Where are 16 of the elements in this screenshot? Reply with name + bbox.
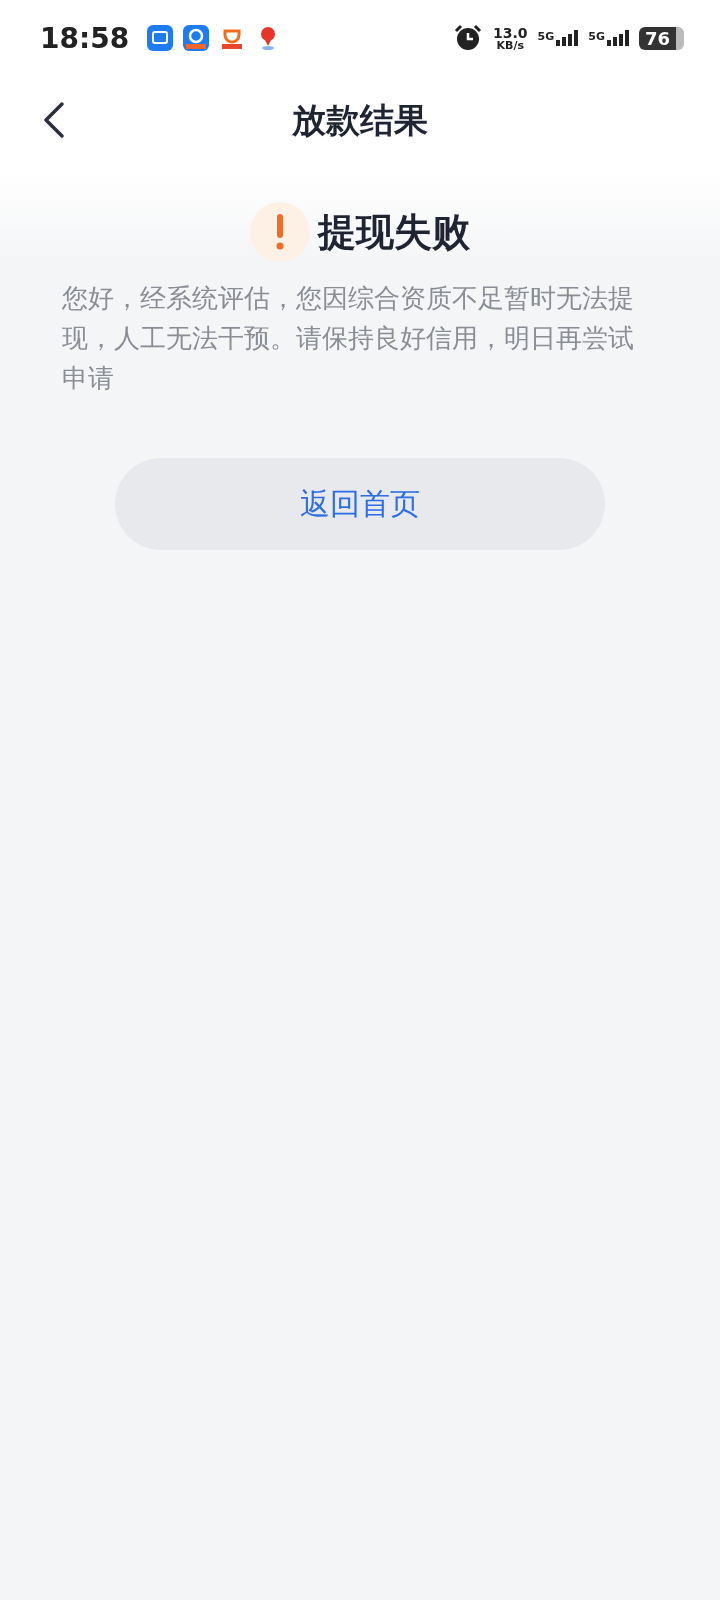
result-message: 您好，经系统评估，您因综合资质不足暂时无法提现，人工无法干预。请保持良好信用，明日再尝试申请 [61,282,635,395]
app-notification-icon [147,25,174,51]
signal-icon [556,30,579,46]
network-type: 5G [588,30,605,43]
warning-icon [250,202,310,262]
app-notification-icon [183,25,210,51]
alarm-clock-icon [453,23,483,53]
speed-unit: KB/s [496,39,525,51]
battery-level: 76 [638,26,684,50]
result-title: 提现失败 [318,208,470,256]
home-button[interactable]: 返回首页 [115,458,605,550]
network-type: 5G [537,30,555,43]
network-speed: 13.0 [493,25,528,40]
clock-time: 18:58 [40,21,130,55]
page-title: 放款结果 [292,99,428,142]
signal-icon [606,30,629,46]
